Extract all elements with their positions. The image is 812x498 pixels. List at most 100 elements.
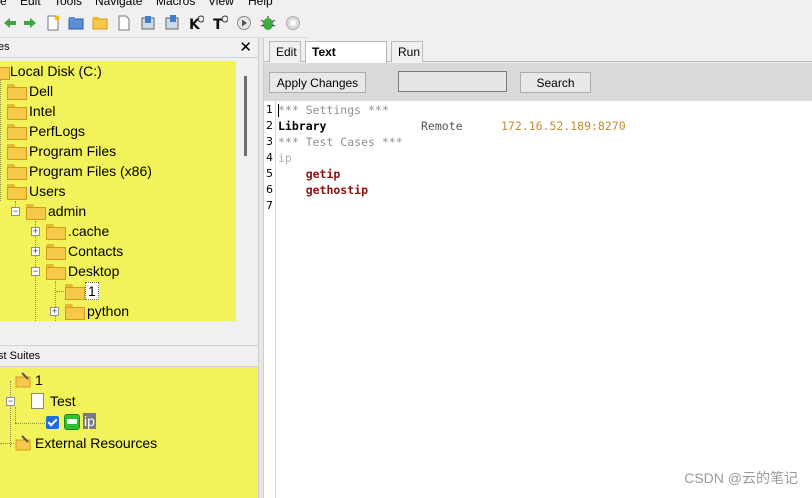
test-case-ip[interactable]: ip <box>0 412 258 432</box>
folder-icon <box>65 304 85 320</box>
suite-item-label: Test <box>50 393 76 409</box>
tree-item-cache[interactable]: + .cache <box>0 221 236 241</box>
tree-item-program-files-x86[interactable]: Program Files (x86) <box>0 161 236 181</box>
text-editor[interactable]: 1 2 3 4 5 6 7 *** Settings *** Library R… <box>264 101 812 498</box>
tree-item-label: Program Files <box>29 143 117 159</box>
forward-arrow-icon[interactable] <box>22 15 38 31</box>
code-remote-address: 172.16.52.189:8270 <box>501 119 626 133</box>
back-arrow-icon[interactable] <box>2 15 18 31</box>
test-file-icon <box>31 393 44 409</box>
resources-folder-icon <box>15 435 31 451</box>
collapse-toggle-icon[interactable]: − <box>31 267 40 276</box>
menu-navigate[interactable]: Navigate <box>95 0 142 8</box>
tree-item-perflogs[interactable]: PerfLogs <box>0 121 236 141</box>
search-input[interactable] <box>398 71 507 92</box>
suite-item-1[interactable]: 1 <box>0 370 258 390</box>
menu-view[interactable]: View <box>208 0 234 8</box>
tree-item-local-disk[interactable]: Local Disk (C:) <box>0 61 236 81</box>
tree-item-label: Intel <box>29 103 56 119</box>
folder-icon <box>7 184 27 200</box>
code-line-testcase-name: ip <box>278 151 292 165</box>
line-number: 5 <box>266 167 273 180</box>
blank-page-icon[interactable] <box>116 15 132 31</box>
folder-icon <box>65 284 85 300</box>
file-explorer-header: es ✕ <box>0 38 258 58</box>
collapse-toggle-icon[interactable]: − <box>6 397 15 406</box>
menu-tools[interactable]: Tools <box>54 0 82 8</box>
tab-label: Edit <box>276 45 297 59</box>
tree-item-intel[interactable]: Intel <box>0 101 236 121</box>
tree-item-label: Local Disk (C:) <box>10 63 102 79</box>
menu-edit[interactable]: Edit <box>20 0 41 8</box>
tree-item-desktop[interactable]: − Desktop <box>0 261 236 281</box>
watermark: CSDN @云的笔记 <box>684 470 798 486</box>
file-tree-horizontal-scrollbar[interactable] <box>0 322 258 346</box>
tree-item-label: Dell <box>29 83 54 99</box>
folder-icon <box>7 164 27 180</box>
search-button[interactable]: Search <box>520 72 591 93</box>
debug-bug-icon[interactable] <box>260 15 276 31</box>
file-tree: Local Disk (C:) Dell Intel PerfLogs Prog… <box>0 61 236 321</box>
tree-item-label: Users <box>29 183 66 199</box>
suite-folder-icon <box>15 372 31 388</box>
test-suites-header: st Suites <box>0 347 258 367</box>
apply-changes-button[interactable]: Apply Changes <box>269 72 366 93</box>
folder-icon <box>46 224 66 240</box>
code-line-testcases-header: *** Test Cases *** <box>278 135 403 149</box>
text-edit-toolbar: Apply Changes Search <box>264 63 812 101</box>
tab-label: Run <box>398 45 421 59</box>
tab-text-edit[interactable]: Text Edit✕ <box>305 41 387 75</box>
folder-icon <box>0 64 10 80</box>
menu-bar: e Edit Tools Navigate Macros View Help <box>0 0 812 8</box>
line-number: 1 <box>266 103 273 116</box>
expand-toggle-icon[interactable]: + <box>31 227 40 236</box>
save-icon[interactable] <box>140 15 156 31</box>
suite-item-label: External Resources <box>35 435 158 451</box>
tab-edit[interactable]: Edit <box>269 41 301 62</box>
line-number: 4 <box>266 151 273 164</box>
tree-item-admin[interactable]: − admin <box>0 201 236 221</box>
tree-item-dell[interactable]: Dell <box>0 81 236 101</box>
collapse-toggle-icon[interactable]: − <box>11 207 20 216</box>
folder-icon <box>46 244 66 260</box>
tree-item-label: .cache <box>68 223 110 239</box>
tree-item-contacts[interactable]: + Contacts <box>0 241 236 261</box>
scrollbar-thumb[interactable] <box>244 76 247 156</box>
code-library-keyword: Library <box>278 119 327 133</box>
test-case-checkbox[interactable] <box>46 416 59 429</box>
line-number: 6 <box>266 183 273 196</box>
tab-run[interactable]: Run <box>391 41 423 62</box>
menu-file[interactable]: e <box>0 0 7 8</box>
test-search-icon[interactable]: T <box>212 15 228 31</box>
test-suites-title: st Suites <box>0 350 41 362</box>
toolbar-empty-area <box>308 8 812 38</box>
code-line-settings-header: *** Settings *** <box>278 103 389 117</box>
folder-icon[interactable] <box>92 15 108 31</box>
test-suites-tree: 1 − Test ip External Resources <box>0 367 258 498</box>
code-library-name: Remote <box>421 119 463 133</box>
suite-item-test[interactable]: − Test <box>0 391 258 411</box>
keyword-search-icon[interactable]: K <box>188 15 204 31</box>
file-tree-scrollbar[interactable] <box>236 58 258 324</box>
stop-icon[interactable] <box>285 15 301 31</box>
expand-toggle-icon[interactable]: + <box>50 307 59 316</box>
new-file-icon[interactable] <box>45 15 61 31</box>
tree-item-label: Program Files (x86) <box>29 163 152 179</box>
menu-help[interactable]: Help <box>248 0 273 8</box>
expand-toggle-icon[interactable]: + <box>31 247 40 256</box>
code-line-keyword-call: gethostip <box>278 183 369 197</box>
tree-item-1[interactable]: 1 <box>0 281 236 301</box>
save-all-icon[interactable] <box>164 15 180 31</box>
folder-icon <box>7 124 27 140</box>
open-folder-icon[interactable] <box>68 15 84 31</box>
suite-item-external-resources[interactable]: External Resources <box>0 433 258 453</box>
tree-item-users[interactable]: Users <box>0 181 236 201</box>
run-icon[interactable] <box>236 15 252 31</box>
close-icon[interactable]: ✕ <box>239 38 252 56</box>
robot-test-icon <box>64 414 80 430</box>
menu-macros[interactable]: Macros <box>156 0 195 8</box>
tree-item-python[interactable]: + python <box>0 301 236 321</box>
code-line-keyword-call: getip <box>278 167 341 181</box>
tree-item-label: Contacts <box>68 243 124 259</box>
tree-item-program-files[interactable]: Program Files <box>0 141 236 161</box>
